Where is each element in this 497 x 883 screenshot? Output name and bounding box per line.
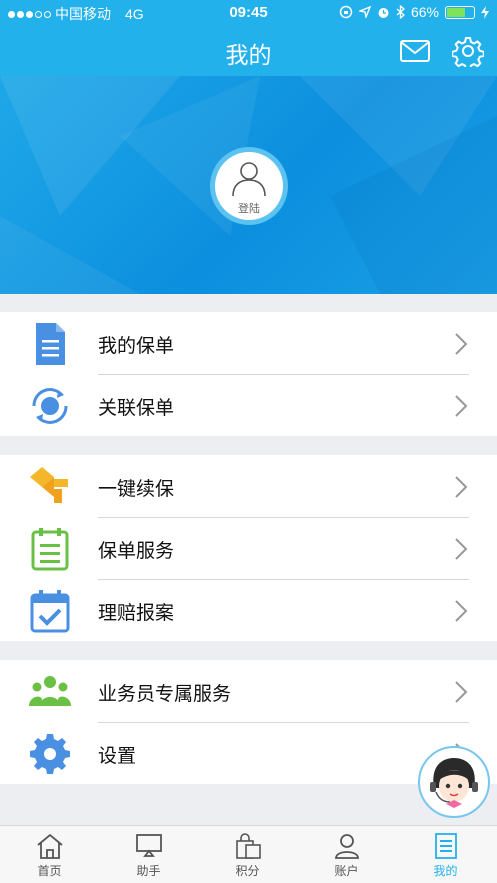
lock-rotation-icon bbox=[339, 5, 353, 19]
chevron-right-icon bbox=[455, 538, 468, 560]
tab-label: 助手 bbox=[136, 864, 161, 878]
person-icon bbox=[335, 834, 359, 859]
tab-assistant[interactable]: 助手 bbox=[99, 826, 198, 883]
settings-gear-icon[interactable] bbox=[452, 35, 484, 67]
chevron-right-icon bbox=[455, 333, 468, 355]
link-sync-icon bbox=[32, 388, 68, 424]
home-icon bbox=[37, 833, 63, 859]
chevron-right-icon bbox=[455, 395, 468, 417]
menu-item-label: 一键续保 bbox=[98, 479, 175, 500]
tab-home[interactable]: 首页 bbox=[0, 826, 99, 883]
menu-item-label: 关联保单 bbox=[98, 398, 175, 419]
menu-item-label: 保单服务 bbox=[98, 541, 175, 562]
battery-icon bbox=[445, 5, 475, 19]
charging-icon bbox=[481, 5, 489, 19]
chevron-right-icon bbox=[455, 476, 468, 498]
tab-label: 我的 bbox=[433, 864, 458, 878]
gear-icon bbox=[30, 734, 70, 774]
chevron-right-icon bbox=[455, 600, 468, 622]
nav-bar: 我的 bbox=[0, 26, 497, 76]
document-icon bbox=[36, 323, 65, 365]
location-icon bbox=[358, 6, 371, 18]
menu-item-label: 业务员专属服务 bbox=[98, 684, 232, 705]
tab-account[interactable]: 账户 bbox=[297, 826, 396, 883]
customer-service-button[interactable] bbox=[418, 746, 490, 818]
mine-icon bbox=[435, 833, 457, 859]
menu-item-policy-service[interactable]: 保单服务 bbox=[0, 517, 497, 579]
menu-item-label: 设置 bbox=[98, 746, 137, 767]
service-group: 一键续保 保单服务 理赔报案 bbox=[0, 455, 497, 641]
tab-label: 账户 bbox=[334, 864, 359, 878]
menu-item-label: 理赔报案 bbox=[98, 603, 175, 624]
policy-group: 我的保单 关联保单 bbox=[0, 312, 497, 436]
menu-item-renew[interactable]: 一键续保 bbox=[0, 455, 497, 517]
tab-bar: 首页 助手 积分 账户 我的 bbox=[0, 825, 497, 883]
chevron-right-icon bbox=[455, 681, 468, 703]
status-bar: 中国移动 4G 09:45 66% bbox=[0, 0, 497, 26]
menu-item-claim-report[interactable]: 理赔报案 bbox=[0, 579, 497, 641]
points-bag-icon bbox=[236, 833, 261, 859]
alarm-icon bbox=[378, 7, 389, 18]
avatar-login-button[interactable]: 登陆 bbox=[210, 147, 288, 225]
customer-service-avatar-icon bbox=[430, 758, 478, 808]
clipboard-icon bbox=[31, 528, 69, 571]
menu-item-my-policy[interactable]: 我的保单 bbox=[0, 312, 497, 374]
tab-points[interactable]: 积分 bbox=[198, 826, 297, 883]
calendar-check-icon bbox=[30, 590, 70, 633]
login-label: 登陆 bbox=[238, 203, 260, 215]
tab-mine[interactable]: 我的 bbox=[396, 826, 495, 883]
assistant-icon bbox=[136, 834, 162, 857]
tab-label: 积分 bbox=[235, 864, 260, 878]
menu-item-agent-service[interactable]: 业务员专属服务 bbox=[0, 660, 497, 722]
renew-icon bbox=[30, 467, 68, 503]
menu-item-label: 我的保单 bbox=[98, 336, 175, 357]
bluetooth-icon bbox=[396, 5, 405, 19]
mail-icon[interactable] bbox=[400, 40, 430, 62]
menu-item-link-policy[interactable]: 关联保单 bbox=[0, 374, 497, 436]
agents-icon bbox=[29, 676, 71, 706]
tab-label: 首页 bbox=[37, 864, 62, 878]
battery-percent: 66% bbox=[410, 4, 439, 20]
user-silhouette-icon bbox=[232, 162, 266, 197]
